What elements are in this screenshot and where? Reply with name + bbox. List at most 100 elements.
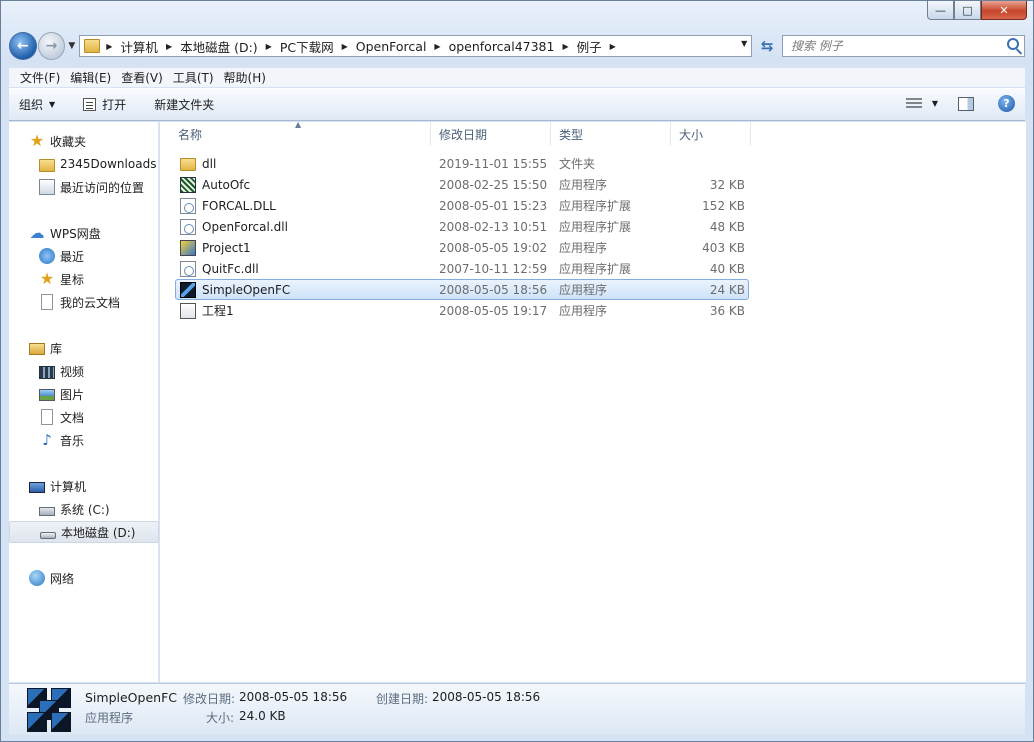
nav-computer[interactable]: 计算机 [9, 475, 159, 497]
nav-local-drive-d[interactable]: 本地磁盘 (D:) [9, 521, 159, 543]
menu-file[interactable]: 文件(F) [15, 69, 65, 86]
nav-documents[interactable]: 文档 [9, 406, 159, 428]
library-icon [29, 343, 45, 355]
chevron-right-icon[interactable]: ▶ [610, 42, 616, 51]
dll-icon [180, 260, 196, 277]
nav-pictures[interactable]: 图片 [9, 383, 159, 405]
chevron-right-icon[interactable]: ▶ [166, 42, 172, 51]
maximize-button[interactable]: □ [954, 1, 981, 20]
forward-button[interactable]: → [37, 32, 66, 60]
back-arrow-icon: ← [16, 38, 29, 54]
search-icon[interactable] [1006, 38, 1019, 50]
nav-2345downloads[interactable]: 2345Downloads [9, 153, 159, 175]
column-header-date[interactable]: 修改日期 [431, 122, 551, 146]
vb-app-icon [180, 239, 196, 256]
recent-pages-dropdown[interactable]: ▼ [68, 41, 75, 51]
organize-button[interactable]: 组织 ▼ [19, 96, 55, 113]
address-row: ← → ▼ ▶ 计算机 ▶ 本地磁盘 (D:) ▶ PC下载网 ▶ OpenFo… [9, 31, 1025, 61]
file-type: 应用程序扩展 [559, 199, 632, 213]
file-type: 应用程序扩展 [559, 220, 632, 234]
file-date: 2008-02-13 10:51 [439, 219, 548, 234]
search-input[interactable] [790, 39, 991, 53]
breadcrumb-pc-download[interactable]: PC下载网 [280, 37, 334, 56]
file-row[interactable]: FORCAL.DLL 2008-05-01 15:23 应用程序扩展 152 K… [175, 195, 749, 216]
help-icon[interactable]: ? [998, 95, 1015, 112]
file-size: 24 KB [709, 282, 745, 297]
address-bar[interactable]: ▶ 计算机 ▶ 本地磁盘 (D:) ▶ PC下载网 ▶ OpenForcal ▶… [79, 35, 753, 57]
nav-libraries[interactable]: 库 [9, 337, 159, 359]
command-bar: 组织 ▼ 打开 新建文件夹 ▼ ? [9, 88, 1025, 121]
open-button[interactable]: 打开 [83, 96, 126, 113]
nav-favorites[interactable]: ★ 收藏夹 [9, 130, 159, 152]
chevron-right-icon[interactable]: ▶ [342, 42, 348, 51]
nav-recent-places[interactable]: 最近访问的位置 [9, 176, 159, 198]
dll-icon [180, 197, 196, 214]
menu-edit[interactable]: 编辑(E) [65, 69, 116, 86]
nav-starred[interactable]: ★ 星标 [9, 268, 159, 290]
column-header-size[interactable]: 大小 [671, 122, 751, 146]
breadcrumb-examples[interactable]: 例子 [577, 37, 602, 56]
file-row[interactable]: 工程1 2008-05-05 19:17 应用程序 36 KB [175, 300, 749, 321]
file-row[interactable]: QuitFc.dll 2007-10-11 12:59 应用程序扩展 40 KB [175, 258, 749, 279]
file-date: 2008-05-05 19:02 [439, 240, 548, 255]
nav-network[interactable]: 网络 [9, 567, 159, 589]
new-folder-button[interactable]: 新建文件夹 [154, 96, 214, 113]
file-name: Project1 [202, 240, 251, 255]
chevron-right-icon[interactable]: ▶ [562, 42, 568, 51]
close-button[interactable]: ✕ [981, 1, 1027, 20]
nav-my-cloud-docs[interactable]: 我的云文档 [9, 291, 159, 313]
breadcrumb-computer[interactable]: 计算机 [120, 37, 158, 56]
file-row[interactable]: AutoOfc 2008-02-25 15:50 应用程序 32 KB [175, 174, 749, 195]
explorer-window: — □ ✕ ← → ▼ ▶ 计算机 ▶ 本地磁盘 (D:) ▶ PC下载网 ▶ … [0, 0, 1034, 742]
nav-music[interactable]: ♪ 音乐 [9, 429, 159, 451]
cube-icon [51, 712, 71, 732]
star-icon: ★ [39, 269, 55, 288]
file-type: 应用程序 [559, 283, 608, 297]
back-button[interactable]: ← [9, 32, 37, 60]
nav-system-drive-c[interactable]: 系统 (C:) [9, 498, 159, 520]
caption-buttons: — □ ✕ [927, 1, 1027, 20]
preview-pane-icon[interactable] [958, 96, 974, 111]
star-icon: ★ [29, 131, 45, 150]
chevron-right-icon[interactable]: ▶ [106, 42, 112, 51]
address-history-dropdown[interactable]: ▼ [741, 39, 747, 48]
details-modified-label: 修改日期: [183, 692, 236, 706]
column-label: 修改日期 [439, 127, 488, 142]
minimize-button[interactable]: — [927, 1, 954, 20]
cloud-icon: ☁ [29, 224, 45, 242]
nav-videos[interactable]: 视频 [9, 360, 159, 382]
video-icon [39, 365, 55, 379]
menu-help[interactable]: 帮助(H) [219, 69, 271, 86]
chevron-right-icon[interactable]: ▶ [434, 42, 440, 51]
nav-label: 库 [50, 341, 63, 356]
file-row[interactable]: Project1 2008-05-05 19:02 应用程序 403 KB [175, 237, 749, 258]
breadcrumb-openforcal[interactable]: OpenForcal [356, 39, 427, 54]
file-row[interactable]: dll 2019-11-01 15:55 文件夹 [175, 153, 749, 174]
file-name: FORCAL.DLL [202, 198, 276, 213]
nav-recent[interactable]: 最近 [9, 245, 159, 267]
navigation-pane: ★ 收藏夹 2345Downloads 最近访问的位置 ☁ WPS网盘 最近 ★… [9, 122, 159, 682]
column-header-type[interactable]: 类型 [551, 122, 671, 146]
change-view-icon[interactable] [905, 97, 922, 110]
chevron-down-icon[interactable]: ▼ [932, 99, 938, 108]
nav-wps-cloud[interactable]: ☁ WPS网盘 [9, 222, 159, 244]
file-type: 文件夹 [559, 157, 596, 171]
file-row[interactable]: OpenForcal.dll 2008-02-13 10:51 应用程序扩展 4… [175, 216, 749, 237]
file-size: 152 KB [702, 198, 745, 213]
breadcrumb-drive-d[interactable]: 本地磁盘 (D:) [180, 37, 258, 56]
chevron-right-icon[interactable]: ▶ [266, 42, 272, 51]
column-header-name[interactable]: 名称 ▲ [170, 120, 431, 146]
file-size: 36 KB [709, 303, 745, 318]
refresh-button[interactable]: ⇆ [756, 35, 778, 57]
file-row-selected[interactable]: SimpleOpenFC 2008-05-05 18:56 应用程序 24 KB [175, 279, 749, 300]
file-date: 2008-02-25 15:50 [439, 177, 548, 192]
breadcrumb-openforcal47381[interactable]: openforcal47381 [449, 39, 555, 54]
file-thumbnail [27, 688, 73, 732]
menu-view[interactable]: 查看(V) [116, 69, 168, 86]
menu-tools[interactable]: 工具(T) [168, 69, 219, 86]
search-box[interactable] [781, 35, 1025, 57]
file-type: 应用程序 [559, 241, 608, 255]
clock-icon [39, 248, 55, 264]
app-icon [180, 176, 196, 193]
network-icon [29, 570, 45, 586]
